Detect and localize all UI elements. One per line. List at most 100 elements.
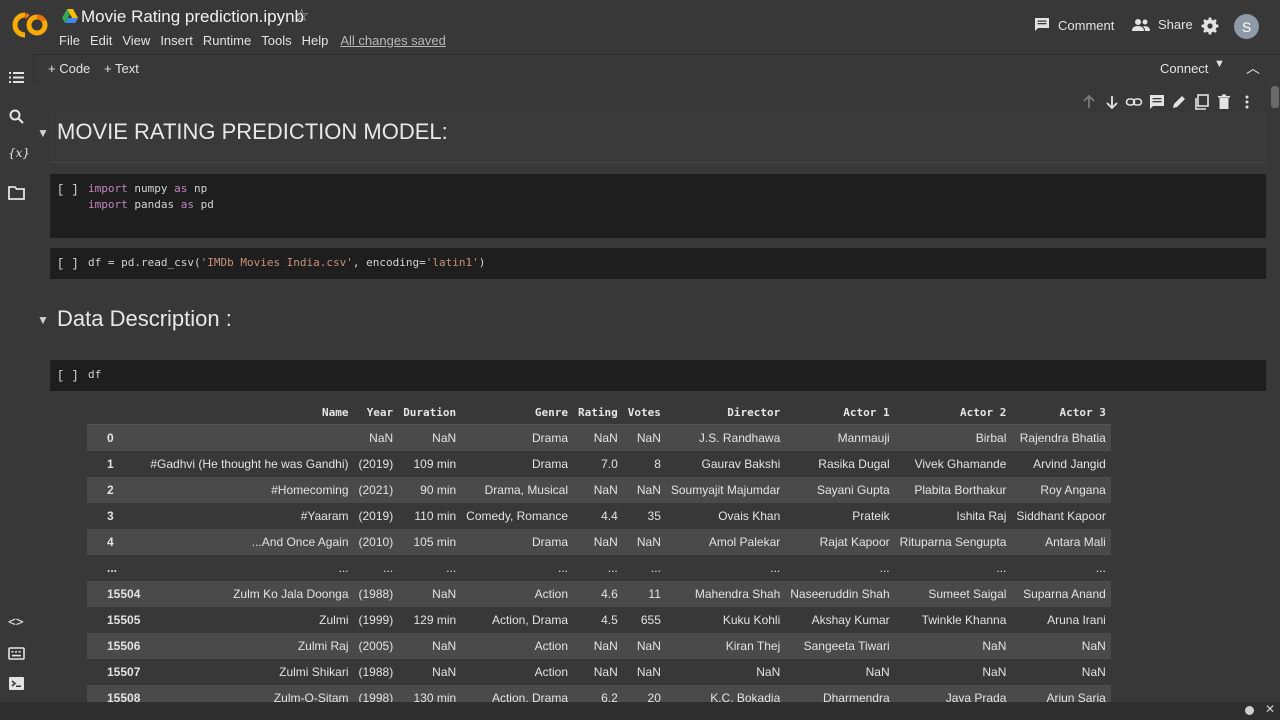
table-cell: ... — [398, 555, 462, 581]
add-code-button[interactable]: + Code — [48, 61, 90, 76]
colab-logo-icon[interactable] — [12, 11, 48, 39]
table-body: 0 NaN NaN Drama NaN NaN J.S. Randhawa Manmauji B… — [87, 424, 1111, 711]
table-cell: Roy Angana — [1011, 477, 1111, 503]
menu-help[interactable]: Help — [302, 33, 329, 48]
menu-view[interactable]: View — [122, 33, 150, 48]
command-palette-icon[interactable] — [8, 645, 25, 662]
table-cell: Kuku Kohli — [665, 607, 786, 633]
table-cell: Action — [461, 659, 573, 685]
menu-file[interactable]: File — [59, 33, 80, 48]
collapse-section-icon[interactable]: ▼ — [37, 313, 49, 327]
comment-label: Comment — [1058, 17, 1115, 33]
table-of-contents-icon[interactable] — [8, 69, 25, 86]
table-header-row: Name Year Duration Genre Rating Votes Di… — [87, 400, 1111, 425]
table-cell: 105 min — [398, 529, 462, 555]
files-icon[interactable] — [8, 184, 25, 201]
star-icon[interactable]: ☆ — [294, 6, 309, 26]
table-cell: Plabita Borthakur — [894, 477, 1012, 503]
close-icon[interactable]: ✕ — [1265, 702, 1275, 716]
menu-tools[interactable]: Tools — [261, 33, 291, 48]
variables-icon[interactable]: {x} — [8, 146, 30, 160]
table-cell: NaN — [622, 424, 666, 451]
table-cell: Sumeet Saigal — [894, 581, 1012, 607]
code-line[interactable]: df — [88, 367, 101, 383]
table-cell: Gaurav Bakshi — [665, 451, 786, 477]
search-icon[interactable] — [8, 108, 25, 125]
row-index: 15504 — [87, 581, 146, 607]
string-literal: 'IMDb Movies India.csv' — [200, 256, 353, 269]
table-cell: (1988) — [353, 659, 399, 685]
table-cell: ... — [573, 555, 623, 581]
code-snippets-icon[interactable]: <> — [8, 615, 24, 630]
connect-button[interactable]: Connect — [1160, 61, 1208, 76]
column-header: Votes — [622, 400, 666, 425]
chevron-up-icon[interactable]: ︿ — [1246, 58, 1260, 78]
table-cell: Drama — [461, 451, 573, 477]
terminal-icon[interactable] — [8, 675, 25, 692]
table-cell: Action, Drama — [461, 607, 573, 633]
table-cell: Twinkle Khanna — [894, 607, 1012, 633]
string-literal: 'latin1' — [425, 256, 479, 269]
table-cell: Drama, Musical — [461, 477, 573, 503]
table-cell: ... — [353, 555, 399, 581]
link-icon[interactable] — [1125, 93, 1143, 111]
table-cell: Siddhant Kapoor — [1011, 503, 1111, 529]
move-up-icon[interactable] — [1080, 93, 1098, 111]
add-text-button[interactable]: + Text — [104, 61, 139, 76]
menu-bar: File Edit View Insert Runtime Tools Help… — [59, 33, 456, 48]
move-down-icon[interactable] — [1103, 93, 1121, 111]
table-cell: Action — [461, 581, 573, 607]
run-cell-button[interactable]: [ ] — [57, 257, 79, 271]
scrollbar[interactable] — [1270, 84, 1280, 702]
table-cell: 11 — [622, 581, 666, 607]
comment-icon[interactable] — [1148, 93, 1166, 111]
save-status[interactable]: All changes saved — [340, 33, 446, 48]
row-index: 15506 — [87, 633, 146, 659]
table-cell: #Gadhvi (He thought he was Gandhi) — [145, 451, 354, 477]
edit-icon[interactable] — [1170, 93, 1188, 111]
row-index: 3 — [87, 503, 146, 529]
drive-icon[interactable] — [62, 9, 78, 23]
mirror-cell-icon[interactable] — [1193, 93, 1211, 111]
table-cell: NaN — [1011, 633, 1111, 659]
table-cell: ... — [894, 555, 1012, 581]
table-cell: J.S. Randhawa — [665, 424, 786, 451]
table-cell: Suparna Anand — [1011, 581, 1111, 607]
menu-edit[interactable]: Edit — [90, 33, 112, 48]
collapse-section-icon[interactable]: ▼ — [37, 126, 49, 140]
table-cell: (1999) — [353, 607, 399, 633]
code-cell-imports[interactable] — [50, 174, 1266, 238]
code-cell-df[interactable] — [50, 360, 1266, 391]
menu-insert[interactable]: Insert — [160, 33, 193, 48]
comment-button[interactable]: Comment — [1034, 17, 1114, 33]
code-text: pandas — [127, 198, 181, 211]
scrollbar-thumb[interactable] — [1271, 86, 1279, 108]
table-cell: NaN — [665, 659, 786, 685]
menu-runtime[interactable]: Runtime — [203, 33, 251, 48]
share-button[interactable]: Share — [1132, 17, 1193, 32]
run-cell-button[interactable]: [ ] — [57, 183, 79, 197]
table-cell: ... — [1011, 555, 1111, 581]
run-cell-button[interactable]: [ ] — [57, 369, 79, 383]
table-cell: (2019) — [353, 451, 399, 477]
code-line[interactable]: import numpy as np — [88, 181, 207, 197]
notebook-title[interactable]: Movie Rating prediction.ipynb — [81, 7, 304, 27]
avatar[interactable]: S — [1234, 14, 1259, 39]
table-cell: (2005) — [353, 633, 399, 659]
gear-icon[interactable] — [1200, 16, 1220, 36]
row-index: 1 — [87, 451, 146, 477]
table-cell: NaN — [353, 424, 399, 451]
chevron-down-icon[interactable]: ▼ — [1214, 58, 1225, 70]
code-line[interactable]: import pandas as pd — [88, 197, 214, 213]
delete-icon[interactable] — [1215, 93, 1233, 111]
more-icon[interactable] — [1238, 93, 1256, 111]
table-cell: Vivek Ghamande — [894, 451, 1012, 477]
table-row: 2 #Homecoming (2021) 90 min Drama, Musical Na… — [87, 477, 1111, 503]
table-cell: Rituparna Sengupta — [894, 529, 1012, 555]
table-cell: NaN — [894, 633, 1012, 659]
table-cell: 7.0 — [573, 451, 623, 477]
table-cell: 109 min — [398, 451, 462, 477]
table-cell: Rajendra Bhatia — [1011, 424, 1111, 451]
table-cell: Mahendra Shah — [665, 581, 786, 607]
code-line[interactable]: df = pd.read_csv('IMDb Movies India.csv'… — [88, 255, 485, 271]
